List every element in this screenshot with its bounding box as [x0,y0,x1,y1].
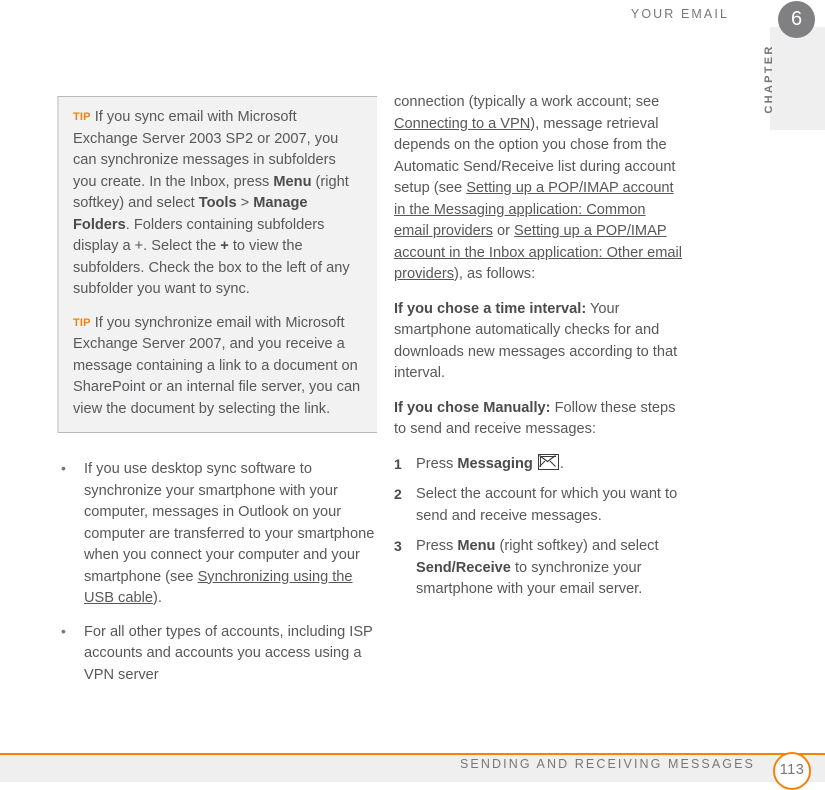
running-head: YOUR EMAIL [630,7,729,21]
left-column: TIP If you sync email with Microsoft Exch… [57,96,377,698]
step-item: 3 Press Menu (right softkey) and select S… [394,536,684,601]
body-paragraph: If you chose Manually: Follow these step… [394,398,684,441]
text-run: If you synchronize email with Microsoft … [73,314,361,417]
step-number: 1 [394,455,402,472]
bullet-list: If you use desktop sync software to sync… [57,458,377,687]
envelope-icon [537,453,559,470]
step-number: 3 [394,538,402,554]
chapter-number-badge: 6 [778,1,815,38]
tip-box: TIP If you sync email with Microsoft Exch… [57,96,377,433]
bold-run: Send/Receive [416,559,511,576]
chapter-tab: CHAPTER [763,27,825,130]
bold-run: If you chose a time interval: [394,300,587,317]
text-run: ). [152,590,162,606]
tip-label: TIP [73,111,91,123]
footer-title: SENDING AND RECEIVING MESSAGES [460,757,755,771]
text-run: For all other types of accounts, includi… [84,623,373,683]
cross-reference-link[interactable]: Connecting to a VPN [394,116,530,132]
text-run: > [236,195,254,211]
text-run: Press [416,455,458,472]
bullet-item: For all other types of accounts, includi… [57,621,377,687]
text-run: connection (typically a work account; se… [394,94,660,110]
text-run: or [492,223,515,239]
text-run: Press [416,538,458,554]
text-run: If you use desktop sync software to sync… [84,461,375,585]
page-number-badge: 113 [773,752,811,790]
interval-paragraphs: If you chose a time interval: Your smart… [394,299,684,441]
bold-run: Messaging [457,455,533,472]
bold-run: If you chose Manually: [394,399,551,416]
right-column: connection (typically a work account; se… [394,92,684,610]
tip-paragraph: TIP If you synchronize email with Microso… [73,313,363,421]
bold-run: Menu [457,538,496,554]
step-number: 2 [394,486,402,502]
tip-label: TIP [73,316,91,329]
tip-paragraph: TIP If you sync email with Microsoft Exch… [73,107,363,301]
text-run: . [559,455,564,472]
text-run [533,456,537,472]
chapter-label: CHAPTER [763,44,775,114]
bold-run: Tools [198,195,237,211]
step-item: 1 Press Messaging . [394,453,684,476]
text-run: ), as follows: [454,266,536,282]
text-run: Select the account for which you want to… [416,486,678,524]
bullet-item: If you use desktop sync software to sync… [57,458,377,610]
bold-run: + [220,238,229,254]
text-run: (right softkey) and select [495,538,659,554]
numbered-steps: 1 Press Messaging . 2 Select the account fo… [394,453,684,601]
bold-run: Menu [273,173,312,190]
step-item: 2 Select the account for which you want t… [394,484,684,527]
intro-paragraph: connection (typically a work account; se… [394,92,684,286]
body-paragraph: If you chose a time interval: Your smart… [394,299,684,385]
